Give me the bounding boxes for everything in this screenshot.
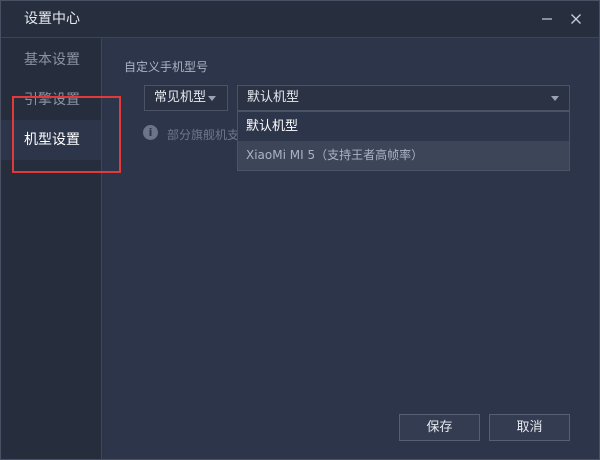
minimize-icon bbox=[542, 18, 552, 20]
dropdown-option-default-model[interactable]: 默认机型 bbox=[238, 112, 569, 141]
cancel-button[interactable]: 取消 bbox=[489, 414, 570, 441]
chevron-down-icon bbox=[208, 96, 216, 101]
sidebar-item-device-model-settings[interactable]: 机型设置 bbox=[1, 120, 101, 160]
dropdown-option-xiaomi-mi5[interactable]: XiaoMi MI 5（支持王者高帧率） bbox=[238, 141, 569, 170]
minimize-button[interactable] bbox=[537, 9, 557, 29]
settings-sidebar: 基本设置 引擎设置 机型设置 bbox=[1, 38, 102, 459]
save-button[interactable]: 保存 bbox=[399, 414, 480, 441]
hint-text: 部分旗舰机支 bbox=[167, 128, 237, 142]
chevron-down-icon bbox=[551, 96, 559, 101]
window-title: 设置中心 bbox=[24, 11, 80, 27]
device-model-value: 默认机型 bbox=[247, 90, 300, 105]
sidebar-item-engine-settings[interactable]: 引擎设置 bbox=[1, 80, 101, 120]
settings-window: 设置中心 基本设置 引擎设置 机型设置 自定义手机型号 常见机型 默认机型 i … bbox=[0, 0, 600, 460]
sidebar-item-basic-settings[interactable]: 基本设置 bbox=[1, 40, 101, 80]
section-label: 自定义手机型号 bbox=[124, 60, 209, 74]
info-icon: i bbox=[143, 125, 158, 140]
device-model-dropdown[interactable]: 默认机型 bbox=[237, 85, 570, 111]
device-category-value: 常见机型 bbox=[154, 90, 207, 105]
device-category-dropdown[interactable]: 常见机型 bbox=[144, 85, 228, 111]
close-icon bbox=[571, 14, 581, 24]
close-button[interactable] bbox=[566, 9, 586, 29]
device-model-options-list: 默认机型 XiaoMi MI 5（支持王者高帧率） bbox=[237, 111, 570, 171]
title-bar[interactable]: 设置中心 bbox=[1, 1, 599, 38]
